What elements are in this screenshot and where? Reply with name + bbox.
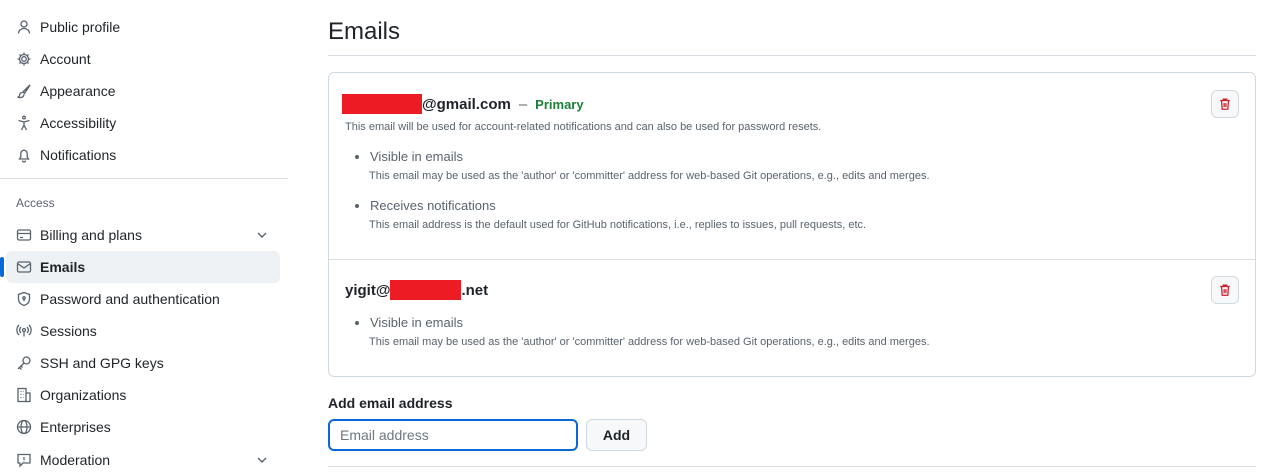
sidebar-item-emails[interactable]: Emails <box>6 251 280 283</box>
globe-icon <box>16 419 32 435</box>
mail-icon <box>16 259 32 275</box>
sidebar-item-notifications[interactable]: Notifications <box>6 139 280 171</box>
sidebar-item-label: Password and authentication <box>40 291 220 307</box>
sidebar-item-account[interactable]: Account <box>6 43 280 75</box>
sidebar-item-accessibility[interactable]: Accessibility <box>6 107 280 139</box>
redacted-text <box>342 94 422 114</box>
sidebar-item-label: SSH and GPG keys <box>40 355 164 371</box>
email-separator: – <box>518 95 528 113</box>
email-property: Receives notifications <box>355 198 496 213</box>
email-property-title: Visible in emails <box>370 149 463 164</box>
email-property-description: This email may be used as the 'author' o… <box>369 336 930 348</box>
section-divider <box>328 466 1256 467</box>
broadcast-icon <box>16 323 32 339</box>
credit-card-icon <box>16 227 32 243</box>
chevron-down-icon[interactable] <box>254 227 270 243</box>
sidebar-item-label: Sessions <box>40 323 97 339</box>
trash-icon <box>1220 284 1230 296</box>
paintbrush-icon <box>16 83 32 99</box>
sidebar-item-ssh-gpg[interactable]: SSH and GPG keys <box>6 347 280 379</box>
shield-lock-icon <box>16 291 32 307</box>
gear-icon <box>16 51 32 67</box>
email-local-part: yigit@ <box>345 281 391 299</box>
organization-icon <box>16 387 32 403</box>
email-property: Visible in emails <box>355 149 463 164</box>
sidebar-item-label: Notifications <box>40 147 117 163</box>
sidebar-item-label: Accessibility <box>40 115 117 131</box>
email-property-title: Visible in emails <box>370 315 463 330</box>
sidebar-section-heading: Access <box>16 196 55 210</box>
sidebar-item-label: Organizations <box>40 387 127 403</box>
primary-email-address: @gmail.com – Primary <box>342 94 584 114</box>
email-property-title: Receives notifications <box>370 198 496 213</box>
email-property: Visible in emails <box>355 315 463 330</box>
sidebar-item-public-profile[interactable]: Public profile <box>6 11 280 43</box>
email-list: @gmail.com – Primary This email will be … <box>328 72 1256 377</box>
sidebar-item-label: Account <box>40 51 91 67</box>
sidebar-divider <box>0 178 288 179</box>
settings-sidebar: Public profile Account Appearance Access… <box>0 0 290 476</box>
title-divider <box>328 55 1256 56</box>
redacted-text <box>390 280 462 300</box>
sidebar-item-moderation[interactable]: Moderation <box>6 444 280 476</box>
primary-badge: Primary <box>535 96 584 112</box>
page-title: Emails <box>328 18 401 45</box>
add-email-label: Add email address <box>328 395 453 411</box>
key-icon <box>16 355 32 371</box>
bullet-dot <box>355 154 359 159</box>
delete-email-button[interactable] <box>1211 276 1239 304</box>
sidebar-item-label: Public profile <box>40 19 121 35</box>
sidebar-item-password[interactable]: Password and authentication <box>6 283 280 315</box>
sidebar-item-organizations[interactable]: Organizations <box>6 379 280 411</box>
trash-icon <box>1220 98 1230 110</box>
sidebar-item-sessions[interactable]: Sessions <box>6 315 280 347</box>
bullet-dot <box>355 203 359 208</box>
secondary-email-address: yigit@ .net <box>345 280 488 300</box>
bullet-dot <box>355 320 359 325</box>
chevron-down-icon[interactable] <box>254 452 270 468</box>
sidebar-item-appearance[interactable]: Appearance <box>6 75 280 107</box>
sidebar-item-billing[interactable]: Billing and plans <box>6 219 280 251</box>
email-domain: .net <box>461 281 489 299</box>
sidebar-item-label: Moderation <box>40 452 111 468</box>
sidebar-item-label: Appearance <box>40 83 116 99</box>
accessibility-icon <box>16 115 32 131</box>
email-description: This email will be used for account-rela… <box>345 121 822 133</box>
email-address-input[interactable] <box>328 419 578 451</box>
person-icon <box>16 19 32 35</box>
sidebar-item-label: Billing and plans <box>40 227 142 243</box>
sidebar-item-label: Enterprises <box>40 419 111 435</box>
email-domain: @gmail.com <box>422 95 511 113</box>
email-property-description: This email may be used as the 'author' o… <box>369 170 930 182</box>
sidebar-item-enterprises[interactable]: Enterprises <box>6 411 280 443</box>
active-indicator <box>0 257 4 277</box>
sidebar-item-label: Emails <box>40 259 86 275</box>
email-row-divider <box>329 259 1255 260</box>
add-email-button[interactable]: Add <box>586 419 647 451</box>
bell-icon <box>16 147 32 163</box>
email-property-description: This email address is the default used f… <box>369 219 867 231</box>
report-icon <box>16 452 32 468</box>
delete-email-button[interactable] <box>1211 90 1239 118</box>
